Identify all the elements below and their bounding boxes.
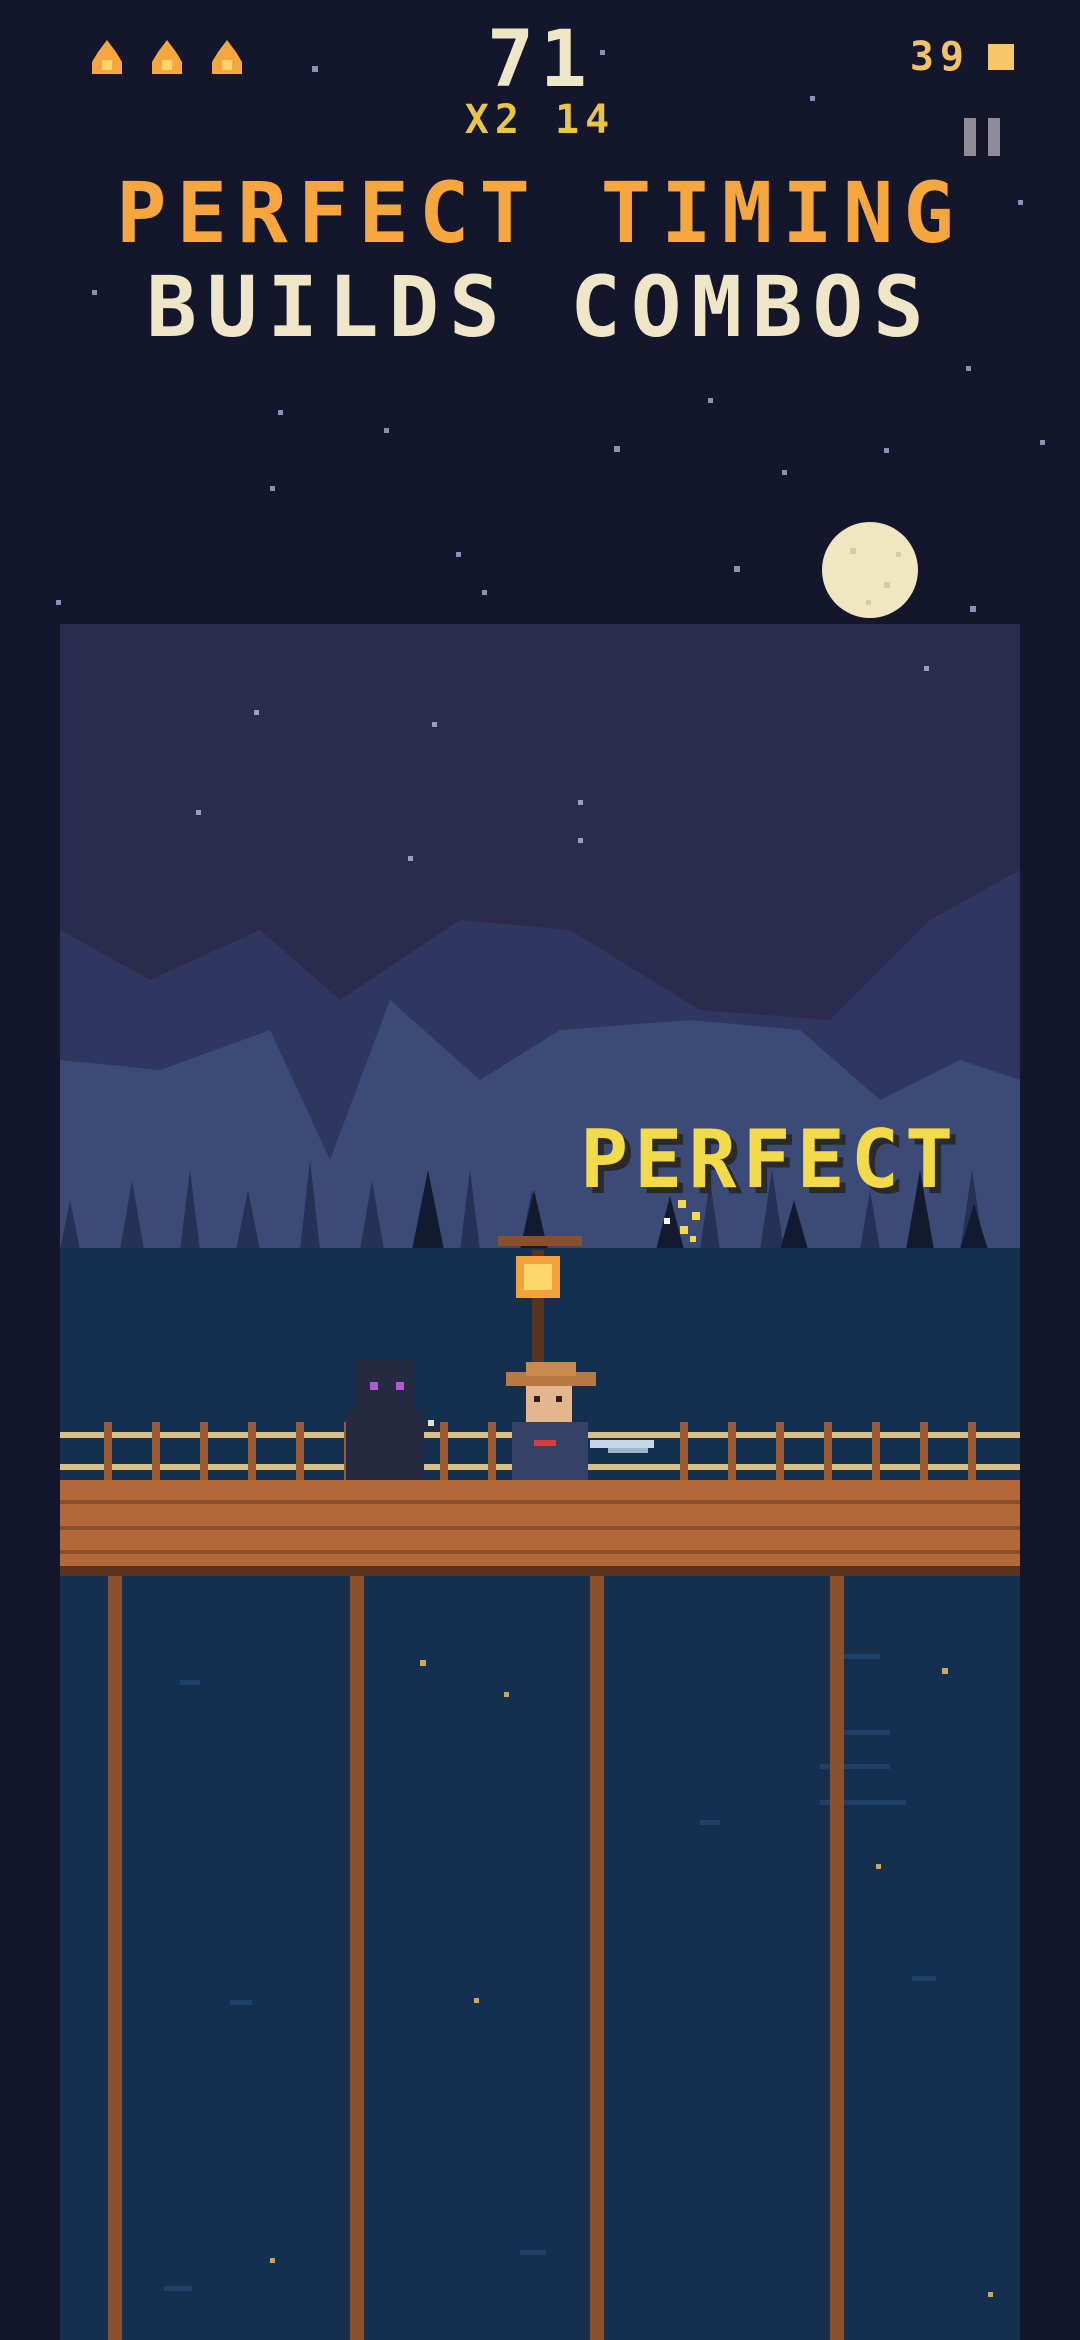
coin-counter: 39: [910, 34, 1014, 80]
coin-count: 39: [909, 34, 970, 80]
tutorial-line-2: BUILDS COMBOS: [146, 258, 934, 356]
bridge-deck: [60, 1480, 1020, 1576]
coin-icon: [988, 44, 1014, 70]
moon: [822, 522, 918, 618]
tutorial-line-1: PERFECT TIMING: [115, 164, 964, 262]
combo-counter: x2 14: [464, 97, 616, 143]
perfect-feedback-label: PERFECT: [580, 1113, 960, 1206]
game-canvas[interactable]: 71 x2 14 39 PERFECT TIMING BUILDS COMBOS…: [0, 0, 1080, 2340]
pause-button[interactable]: [964, 118, 1004, 156]
pause-icon: [964, 118, 976, 156]
